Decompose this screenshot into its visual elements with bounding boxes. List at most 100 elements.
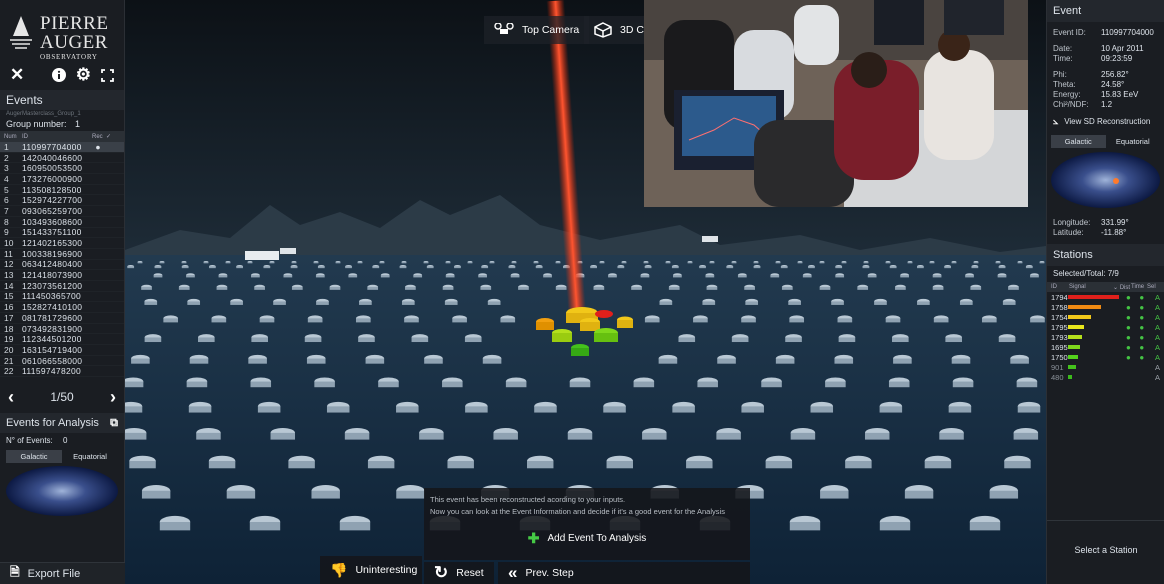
detector-tank-body bbox=[230, 301, 243, 305]
event-row[interactable]: 1 110997704000 ● bbox=[0, 142, 124, 153]
event-row[interactable]: 22 111597478200 bbox=[0, 366, 124, 378]
sel-flag[interactable]: A bbox=[1149, 353, 1160, 362]
event-num: 17 bbox=[4, 312, 14, 323]
detector-tank-body bbox=[917, 301, 930, 305]
detector-tank-body bbox=[590, 266, 597, 269]
event-tab-equatorial[interactable]: Equatorial bbox=[1106, 135, 1161, 148]
stations-table-header: ID Signal ⌄ Dist Time Sel bbox=[1047, 282, 1164, 292]
station-row[interactable]: 480 A bbox=[1047, 372, 1164, 382]
sel-flag[interactable]: A bbox=[1149, 363, 1160, 372]
event-row[interactable]: 20 163154719400 bbox=[0, 345, 124, 356]
fullscreen-icon[interactable] bbox=[101, 68, 114, 82]
detector-tank-body bbox=[208, 461, 236, 469]
stations-list[interactable]: 1794 ● ● A 1758 ● ● A 1754 ● ● A 1795 ● ● A 1793 ● ● A 1695 ●… bbox=[1047, 292, 1164, 382]
station-row[interactable]: 1793 ● ● A bbox=[1047, 332, 1164, 342]
prev-page-icon[interactable]: ‹ bbox=[8, 387, 14, 408]
event-row[interactable]: 3 160950053500 bbox=[0, 163, 124, 175]
detector-tank-body bbox=[163, 318, 179, 323]
event-row[interactable]: 17 081781729600 bbox=[0, 313, 124, 324]
tab-galactic[interactable]: Galactic bbox=[6, 450, 62, 464]
uninteresting-button[interactable]: 👎 Uninteresting bbox=[320, 556, 422, 584]
event-row[interactable]: 18 073492831900 bbox=[0, 324, 124, 335]
sky-map bbox=[6, 466, 118, 517]
sel-flag[interactable]: A bbox=[1149, 323, 1160, 332]
detector-tank-body bbox=[518, 286, 529, 290]
event-row[interactable]: 5 113508128500 bbox=[0, 185, 124, 196]
gear-icon[interactable]: ⚙ bbox=[76, 65, 91, 85]
event-row[interactable]: 21 061066558000 bbox=[0, 356, 124, 367]
detector-tank-body bbox=[316, 301, 329, 305]
event-row[interactable]: 11 100338196900 bbox=[0, 249, 124, 260]
station-row[interactable]: 1794 ● ● A bbox=[1047, 292, 1164, 302]
event-row[interactable]: 12 063412480400 bbox=[0, 259, 124, 271]
event-id: 081781729600 bbox=[22, 312, 83, 323]
station-row[interactable]: 1795 ● ● A bbox=[1047, 322, 1164, 332]
event-row[interactable]: 15 111450365700 bbox=[0, 291, 124, 303]
signal-bar bbox=[1068, 335, 1122, 339]
event-tab-galactic[interactable]: Galactic bbox=[1051, 135, 1106, 148]
event-row[interactable]: 19 112344501200 bbox=[0, 334, 124, 346]
st-col-time[interactable]: Time bbox=[1131, 284, 1147, 290]
event-row[interactable]: 9 151433751100 bbox=[0, 227, 124, 239]
signal-bar bbox=[1068, 305, 1122, 309]
view-sd-label: View SD Reconstruction bbox=[1064, 117, 1151, 126]
sel-flag[interactable]: A bbox=[1149, 343, 1160, 352]
field-key: Event ID: bbox=[1053, 28, 1086, 37]
sel-flag[interactable]: A bbox=[1149, 313, 1160, 322]
event-row[interactable]: 7 093065259700 bbox=[0, 206, 124, 217]
dist-dot: ● bbox=[1126, 322, 1131, 332]
station-row[interactable]: 1695 ● ● A bbox=[1047, 342, 1164, 352]
time-dot: ● bbox=[1139, 302, 1145, 312]
station-row[interactable]: 1754 ● ● A bbox=[1047, 312, 1164, 322]
event-id: 160950053500 bbox=[22, 163, 83, 174]
st-col-dist[interactable]: ⌄ Dist bbox=[1113, 284, 1131, 291]
detector-tank-body bbox=[154, 266, 162, 269]
prev-step-button[interactable]: « Prev. Step bbox=[498, 562, 750, 584]
event-row[interactable]: 10 121402165300 bbox=[0, 238, 124, 249]
detector-tank-body bbox=[761, 381, 782, 388]
external-link-icon[interactable]: ⧉ bbox=[110, 417, 118, 429]
top-camera-button[interactable]: Top Camera bbox=[484, 16, 590, 44]
event-num: 15 bbox=[4, 291, 14, 302]
event-row[interactable]: 8 103493608600 bbox=[0, 217, 124, 228]
event-row[interactable]: 2 142040046600 bbox=[0, 153, 124, 164]
station-row[interactable]: 1750 ● ● A bbox=[1047, 352, 1164, 362]
sel-flag[interactable]: A bbox=[1149, 303, 1160, 312]
sel-flag[interactable]: A bbox=[1149, 333, 1160, 342]
detector-tank-body bbox=[971, 266, 979, 269]
cube-icon bbox=[594, 22, 612, 38]
detector-tank-body bbox=[216, 286, 228, 290]
event-row[interactable]: 16 152827410100 bbox=[0, 302, 124, 313]
event-row[interactable]: 14 123073561200 bbox=[0, 281, 124, 292]
event-id: 100338196900 bbox=[22, 248, 83, 259]
detector-tank-body bbox=[951, 262, 957, 264]
field-key: Longitude: bbox=[1053, 218, 1091, 227]
detector-tank-body bbox=[765, 461, 793, 469]
reset-button[interactable]: ↻ Reset bbox=[424, 562, 494, 584]
close-icon[interactable]: ✕ bbox=[10, 65, 24, 85]
view-sd-reconstruction-button[interactable]: ⦣ View SD Reconstruction bbox=[1047, 110, 1164, 133]
export-file-button[interactable]: 🗎 Export File bbox=[0, 562, 125, 584]
events-list[interactable]: 1 110997704000 ● 2 142040046600 3 160950053500… bbox=[0, 142, 124, 378]
event-coords-fields: Longitude: 331.99° Latitude: -11.88° bbox=[1047, 218, 1164, 238]
event-num: 9 bbox=[4, 227, 9, 238]
station-row[interactable]: 1758 ● ● A bbox=[1047, 302, 1164, 312]
sel-flag[interactable]: A bbox=[1149, 293, 1160, 302]
add-event-to-analysis-button[interactable]: ✚ Add Event To Analysis bbox=[424, 530, 750, 547]
dist-dot: ● bbox=[1126, 332, 1131, 342]
detector-tank-body bbox=[380, 275, 390, 278]
detector-tank-body bbox=[424, 358, 443, 364]
info-icon[interactable] bbox=[51, 68, 66, 82]
detector-tank-body bbox=[944, 266, 951, 269]
event-row[interactable]: 6 152974227700 bbox=[0, 195, 124, 207]
group-value: 1 bbox=[75, 119, 81, 129]
sel-flag[interactable]: A bbox=[1149, 373, 1160, 382]
event-row[interactable]: 4 173276000900 bbox=[0, 174, 124, 185]
st-col-signal[interactable]: Signal bbox=[1069, 284, 1113, 290]
next-page-icon[interactable]: › bbox=[110, 387, 116, 408]
event-row[interactable]: 13 121418073900 bbox=[0, 270, 124, 281]
detector-tank-body bbox=[706, 286, 718, 290]
tab-equatorial[interactable]: Equatorial bbox=[62, 450, 118, 463]
st-col-sel[interactable]: Sel bbox=[1147, 284, 1156, 290]
station-row[interactable]: 901 A bbox=[1047, 362, 1164, 372]
